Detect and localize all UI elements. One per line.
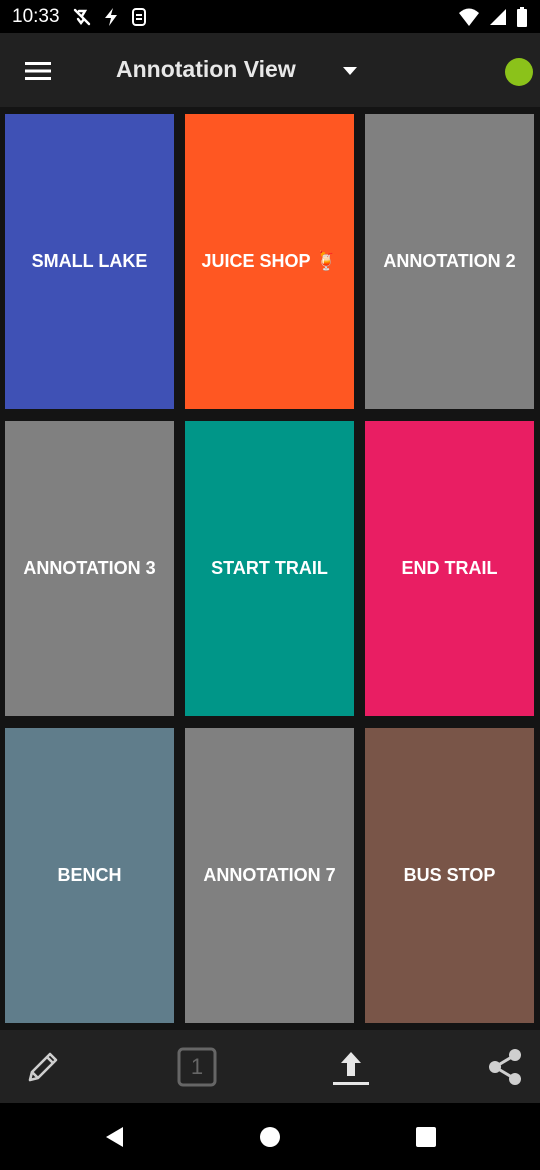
back-icon xyxy=(106,1127,123,1147)
annotation-tile[interactable]: BUS STOP xyxy=(365,728,534,1023)
page-title: Annotation View xyxy=(116,56,296,82)
status-icons-right xyxy=(458,6,528,28)
signal-icon xyxy=(490,9,506,25)
home-icon xyxy=(260,1127,280,1147)
upload-icon xyxy=(333,1052,369,1085)
status-bar: 10:33 xyxy=(0,0,540,33)
menu-button[interactable] xyxy=(18,51,58,91)
connection-status-dot xyxy=(505,58,533,86)
tile-label: ANNOTATION 2 xyxy=(383,251,516,271)
data-saver-icon xyxy=(132,8,146,26)
app-bar: Annotation View xyxy=(0,33,540,107)
annotation-grid: SMALL LAKE JUICE SHOP 🍹 ANNOTATION 2 ANN… xyxy=(5,114,535,1024)
tile-label: SMALL LAKE xyxy=(31,251,148,271)
recents-button[interactable] xyxy=(406,1117,446,1157)
tile-label: BENCH xyxy=(57,865,122,885)
tile-label: BUS STOP xyxy=(403,865,496,885)
flash-icon xyxy=(105,8,117,26)
upload-button[interactable] xyxy=(326,1042,376,1092)
tile-label: ANNOTATION 7 xyxy=(203,865,336,885)
battery-icon xyxy=(517,7,527,27)
tile-label: END TRAIL xyxy=(401,558,498,578)
system-nav-bar xyxy=(0,1103,540,1170)
dropdown-arrow-icon xyxy=(343,67,357,75)
share-button[interactable] xyxy=(480,1042,530,1092)
wifi-icon xyxy=(459,8,479,26)
pencil-icon xyxy=(28,1052,58,1082)
annotation-tile[interactable]: END TRAIL xyxy=(365,421,534,716)
view-dropdown-button[interactable] xyxy=(334,55,366,87)
home-button[interactable] xyxy=(250,1117,290,1157)
recents-icon xyxy=(416,1127,436,1147)
annotation-tile[interactable]: ANNOTATION 2 xyxy=(365,114,534,409)
status-time: 10:33 xyxy=(12,6,60,27)
hamburger-menu-icon xyxy=(25,62,51,80)
annotation-tile[interactable]: SMALL LAKE xyxy=(5,114,174,409)
tile-label: START TRAIL xyxy=(211,558,328,578)
annotation-tile[interactable]: START TRAIL xyxy=(185,421,354,716)
bottom-action-bar: 1 xyxy=(0,1030,540,1103)
annotation-tile[interactable]: BENCH xyxy=(5,728,174,1023)
edit-button[interactable] xyxy=(18,1042,68,1092)
status-icons-left xyxy=(72,6,148,28)
page-number-button[interactable]: 1 xyxy=(172,1042,222,1092)
tile-label: JUICE SHOP 🍹 xyxy=(201,251,338,271)
share-icon xyxy=(489,1049,521,1085)
tile-label: ANNOTATION 3 xyxy=(23,558,156,578)
annotation-tile[interactable]: JUICE SHOP 🍹 xyxy=(185,114,354,409)
back-button[interactable] xyxy=(94,1117,134,1157)
page-number: 1 xyxy=(190,1054,204,1079)
annotation-tile[interactable]: ANNOTATION 3 xyxy=(5,421,174,716)
annotation-tile[interactable]: ANNOTATION 7 xyxy=(185,728,354,1023)
no-signal-icon xyxy=(73,8,91,26)
